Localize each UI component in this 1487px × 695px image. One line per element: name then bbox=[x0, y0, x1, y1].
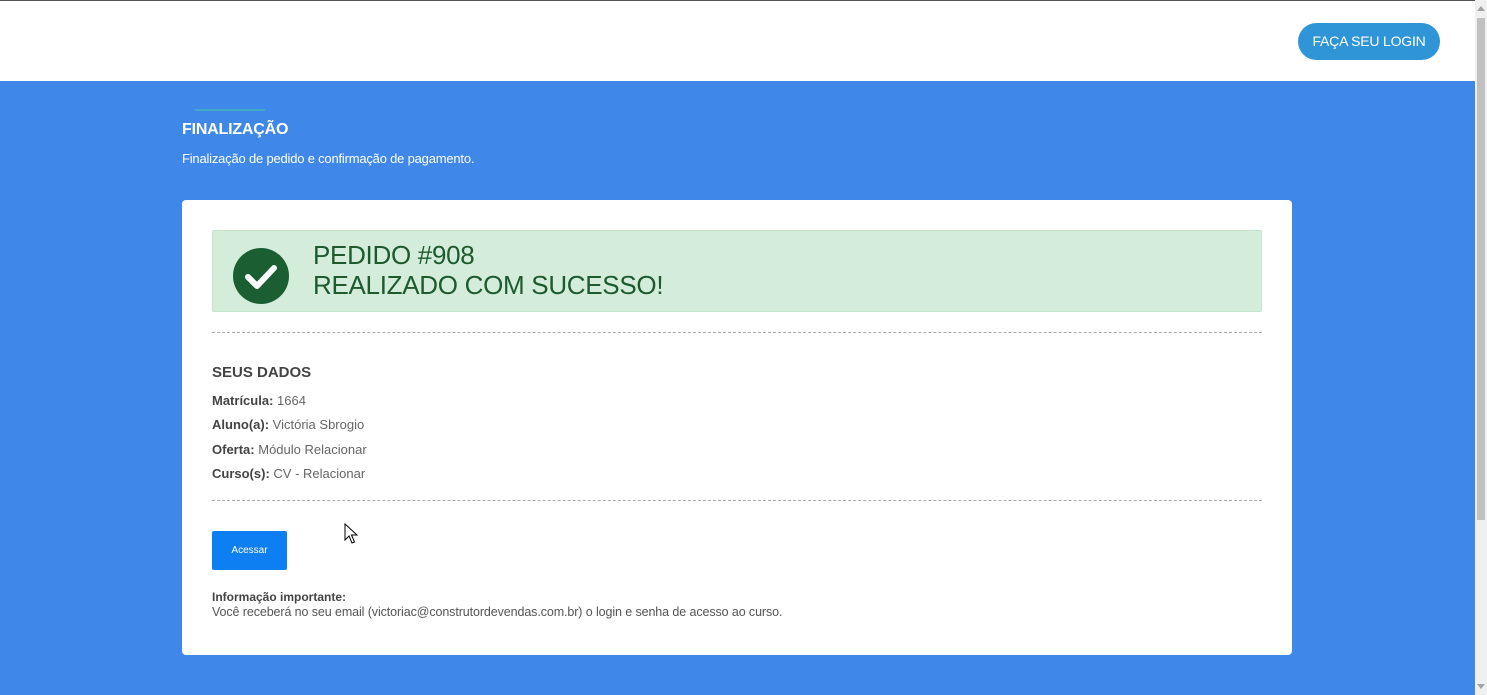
data-row-oferta: Oferta: Módulo Relacionar bbox=[212, 442, 367, 457]
page-title: FINALIZAÇÃO bbox=[182, 121, 289, 138]
data-row-cursos: Curso(s): CV - Relacionar bbox=[212, 466, 365, 481]
scroll-thumb[interactable] bbox=[1477, 18, 1485, 520]
top-header: FAÇA SEU LOGIN bbox=[0, 1, 1475, 81]
info-text: Você receberá no seu email (victoriac@co… bbox=[212, 605, 783, 619]
row-label: Aluno(a): bbox=[212, 417, 270, 432]
acessar-button[interactable]: Acessar bbox=[212, 531, 287, 570]
info-title: Informação importante: bbox=[212, 590, 347, 604]
row-label: Oferta: bbox=[212, 442, 255, 457]
divider bbox=[212, 500, 1262, 501]
login-button[interactable]: FAÇA SEU LOGIN bbox=[1298, 23, 1440, 60]
section-title: SEUS DADOS bbox=[212, 364, 312, 381]
row-value: Módulo Relacionar bbox=[258, 442, 367, 457]
page-subtitle: Finalização de pedido e confirmação de p… bbox=[182, 151, 475, 166]
row-value: 1664 bbox=[277, 393, 306, 408]
check-circle-icon bbox=[233, 248, 289, 304]
row-value: CV - Relacionar bbox=[273, 466, 366, 481]
scroll-up-arrow-icon[interactable] bbox=[1477, 6, 1485, 11]
vertical-scrollbar[interactable] bbox=[1475, 0, 1487, 695]
mouse-cursor-icon bbox=[344, 522, 359, 550]
row-label: Matrícula: bbox=[212, 393, 274, 408]
order-status: REALIZADO COM SUCESSO! bbox=[313, 270, 664, 300]
success-alert: PEDIDO #908 REALIZADO COM SUCESSO! bbox=[212, 230, 1262, 312]
divider bbox=[212, 332, 1262, 333]
data-row-matricula: Matrícula: 1664 bbox=[212, 393, 306, 408]
order-number: PEDIDO #908 bbox=[313, 240, 475, 270]
title-accent-line bbox=[195, 109, 265, 111]
scroll-down-arrow-icon[interactable] bbox=[1477, 684, 1485, 689]
data-row-aluno: Aluno(a): Victória Sbrogio bbox=[212, 417, 364, 432]
order-card: PEDIDO #908 REALIZADO COM SUCESSO! SEUS … bbox=[182, 200, 1292, 655]
row-value: Victória Sbrogio bbox=[272, 417, 365, 432]
row-label: Curso(s): bbox=[212, 466, 270, 481]
